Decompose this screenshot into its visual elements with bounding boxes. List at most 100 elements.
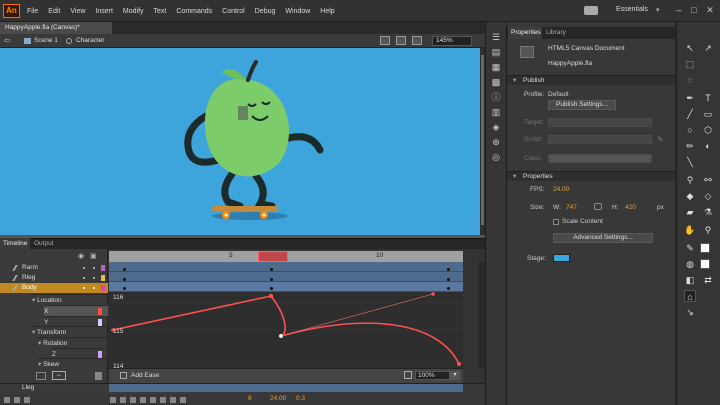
prop-location[interactable]: ▾ Location xyxy=(32,294,112,305)
code-snippets-icon[interactable]: ◎ xyxy=(491,152,501,162)
scale-content-checkbox[interactable] xyxy=(553,219,559,225)
layer-body[interactable]: Body xyxy=(0,283,108,293)
tab-properties[interactable]: Properties xyxy=(508,27,542,39)
subselection-tool-icon[interactable]: ↗ xyxy=(702,42,714,54)
menu-edit[interactable]: Edit xyxy=(48,8,60,15)
lasso-tool-icon[interactable]: ◌ xyxy=(684,74,696,86)
add-ease-icon[interactable] xyxy=(120,372,127,379)
free-transform-tool-icon[interactable]: ⬚ xyxy=(684,58,696,70)
close-button[interactable]: ✕ xyxy=(703,3,717,17)
bind-tool-icon[interactable]: ⚯ xyxy=(702,174,714,186)
width-value[interactable]: 747 xyxy=(566,204,577,211)
visibility-eye-icon[interactable]: ◉ xyxy=(78,252,84,260)
zoom-tool-icon[interactable]: ⚲ xyxy=(702,224,714,236)
fill-color-icon[interactable]: ◍ xyxy=(684,258,696,270)
polystar-tool-icon[interactable]: ⬡ xyxy=(702,124,714,136)
prop-rotation[interactable]: ▾ Rotation xyxy=(38,337,108,348)
playhead[interactable] xyxy=(258,251,288,262)
motion-presets-icon[interactable]: ⊛ xyxy=(491,137,501,147)
class-input[interactable] xyxy=(548,154,652,163)
fill-color-swatch[interactable] xyxy=(700,259,710,269)
zoom-select[interactable]: 145% xyxy=(432,36,472,46)
wrench-icon[interactable]: ✎ xyxy=(657,135,664,144)
keyframe[interactable] xyxy=(270,287,273,290)
prop-skew[interactable]: ▾ Skew xyxy=(38,358,108,369)
library-panel-icon[interactable]: ▤ xyxy=(491,47,501,57)
onion-skin-icon[interactable] xyxy=(170,396,176,403)
document-tab[interactable]: HappyApple.fla (Canvas)* xyxy=(0,22,112,34)
clip-icon[interactable] xyxy=(396,36,406,45)
advanced-settings-button[interactable]: Advanced Settings... xyxy=(553,233,653,243)
layer-rleg[interactable]: Rleg xyxy=(0,273,108,283)
maximize-button[interactable]: □ xyxy=(687,3,701,17)
edit-symbols-icon[interactable] xyxy=(412,36,422,45)
ease-curve-graph[interactable] xyxy=(109,292,463,368)
stroke-color-icon[interactable]: ✎ xyxy=(684,242,696,254)
transform-panel-icon[interactable]: ◈ xyxy=(491,122,501,132)
menu-debug[interactable]: Debug xyxy=(255,8,276,15)
current-frame[interactable]: 8 xyxy=(248,395,252,402)
keyframe[interactable] xyxy=(123,268,126,271)
brush-tool-icon[interactable]: ◐ xyxy=(702,140,714,152)
ink-bottle-tool-icon[interactable]: ◇ xyxy=(702,190,714,202)
stage-scroll-thumb[interactable] xyxy=(481,55,484,225)
workspace-switcher[interactable]: Essentials xyxy=(616,6,648,13)
step-forward-icon[interactable] xyxy=(140,396,146,403)
script-select[interactable] xyxy=(548,135,652,144)
keyframe[interactable] xyxy=(123,278,126,281)
menu-modify[interactable]: Modify xyxy=(123,8,144,15)
chevron-down-icon[interactable]: ▾ xyxy=(450,371,460,380)
keyframe[interactable] xyxy=(447,287,450,290)
oval-tool-icon[interactable]: ○ xyxy=(684,124,696,136)
elapsed-time[interactable]: 0.3 xyxy=(296,395,305,402)
expand-graph-icon[interactable]: ↔ xyxy=(52,371,66,380)
keyframe[interactable] xyxy=(123,287,126,290)
menu-help[interactable]: Help xyxy=(320,8,334,15)
swatches-panel-icon[interactable]: ▩ xyxy=(491,77,501,87)
graph-zoom-input[interactable]: 100% xyxy=(415,371,450,380)
publish-section-header[interactable]: Publish xyxy=(507,75,675,86)
swap-colors-icon[interactable]: ⇄ xyxy=(702,274,714,286)
symbol-breadcrumb[interactable]: Character xyxy=(76,34,105,48)
line-tool-icon[interactable]: ╱ xyxy=(684,108,696,120)
eraser-tool-icon[interactable]: ▰ xyxy=(684,206,696,218)
pen-tool-icon[interactable]: ✒ xyxy=(684,92,696,104)
stroke-color-swatch[interactable] xyxy=(700,243,710,253)
publish-settings-button[interactable]: Publish Settings... xyxy=(548,100,616,110)
scene-breadcrumb[interactable]: Scene 1 xyxy=(34,34,58,48)
menu-text[interactable]: Text xyxy=(154,8,167,15)
menu-insert[interactable]: Insert xyxy=(95,8,113,15)
fit-graph-icon[interactable] xyxy=(36,372,46,380)
prop-transform[interactable]: ▾ Transform xyxy=(32,326,112,337)
menu-file[interactable]: File xyxy=(27,8,38,15)
lock-icon[interactable]: ▣ xyxy=(90,252,97,260)
loop-icon[interactable] xyxy=(160,396,166,403)
pencil-tool-icon[interactable]: ✏ xyxy=(684,140,696,152)
keyframe[interactable] xyxy=(447,268,450,271)
paint-brush-tool-icon[interactable]: ╲ xyxy=(684,156,696,168)
graph-zoom-icon[interactable] xyxy=(404,371,412,379)
menu-control[interactable]: Control xyxy=(222,8,245,15)
properties-panel-icon[interactable]: ☰ xyxy=(491,32,501,42)
keyframe[interactable] xyxy=(270,278,273,281)
timeline-vertical-scrollbar[interactable] xyxy=(478,262,485,368)
chevron-down-icon[interactable]: ▾ xyxy=(656,6,660,14)
selection-tool-icon[interactable]: ↖ xyxy=(684,42,696,54)
delete-icon[interactable] xyxy=(95,372,102,380)
text-tool-icon[interactable]: T xyxy=(702,92,714,104)
keyframe[interactable] xyxy=(447,278,450,281)
height-value[interactable]: 420 xyxy=(625,204,636,211)
fps-value[interactable]: 24.00 xyxy=(553,186,569,193)
keyframe[interactable] xyxy=(270,268,273,271)
align-panel-icon[interactable]: ▥ xyxy=(491,107,501,117)
tab-output[interactable]: Output xyxy=(34,238,54,249)
play-icon[interactable] xyxy=(130,396,136,403)
hand-tool-icon[interactable]: ✋ xyxy=(684,224,696,236)
back-arrow-icon[interactable]: ⇦ xyxy=(4,34,11,48)
rectangle-tool-icon[interactable]: ▭ xyxy=(702,108,714,120)
stage-color-swatch[interactable] xyxy=(553,254,570,262)
layer-rarm[interactable]: Rarm xyxy=(0,263,108,273)
menu-view[interactable]: View xyxy=(70,8,85,15)
frame-rate[interactable]: 24.00 xyxy=(270,395,286,402)
bone-tool-icon[interactable]: ⚲ xyxy=(684,174,696,186)
